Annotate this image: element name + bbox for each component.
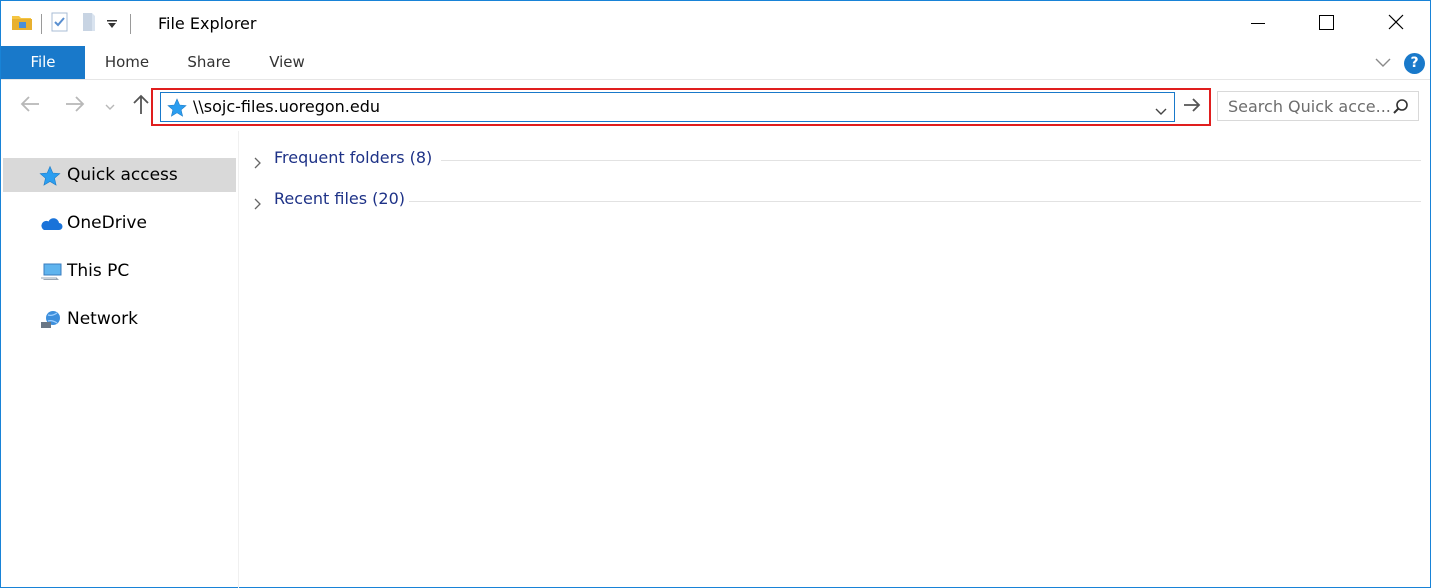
sidebar-item-label: Quick access [67,165,178,185]
file-explorer-window: File Explorer File Home Share View ? \\s… [0,0,1431,588]
minimize-icon [1251,15,1265,34]
sidebar-item-network[interactable]: Network [3,302,236,336]
go-arrow-icon [1183,97,1201,117]
search-box[interactable]: Search Quick acce... [1217,91,1419,121]
close-button[interactable] [1361,1,1431,47]
search-icon[interactable] [1392,98,1410,120]
go-arrow-button[interactable] [1177,92,1207,122]
maximize-button[interactable] [1291,1,1361,47]
tab-file[interactable]: File [1,46,85,79]
sidebar-item-label: OneDrive [67,213,147,233]
sidebar-item-label: Network [67,309,138,329]
expand-chevron-icon[interactable] [253,154,263,173]
search-placeholder[interactable]: Search Quick acce... [1228,97,1391,116]
sidebar-item-onedrive[interactable]: OneDrive [3,206,236,240]
toolbar-separator [41,14,42,34]
new-folder-icon[interactable] [80,11,98,37]
group-recent-files[interactable]: Recent files (20) [253,189,1421,213]
folder-icon[interactable] [11,12,33,36]
address-dropdown-chevron-icon[interactable] [1154,102,1168,121]
window-title: File Explorer [158,14,257,33]
quick-access-star-icon [167,98,187,122]
navigation-bar: \\sojc-files.uoregon.edu Search Quick ac… [1,81,1430,131]
help-icon[interactable]: ? [1404,53,1425,74]
maximize-icon [1318,14,1334,34]
properties-checkbox-icon[interactable] [50,11,70,37]
group-divider [409,201,1421,202]
forward-arrow-icon[interactable] [64,93,86,119]
network-icon [39,309,61,331]
recent-locations-chevron-icon[interactable] [104,98,116,117]
content-area: Frequent folders (8) Recent files (20) [239,131,1431,588]
navigation-pane: Quick access OneDrive This PC Network [1,131,239,588]
quick-access-star-icon [39,165,61,187]
ribbon-tabs: File Home Share View ? [1,46,1430,80]
expand-ribbon-chevron-icon[interactable] [1373,52,1393,76]
sidebar-item-quick-access[interactable]: Quick access [3,158,236,192]
group-header-label[interactable]: Recent files (20) [274,189,405,208]
back-arrow-icon[interactable] [19,93,41,119]
address-path[interactable]: \\sojc-files.uoregon.edu [193,97,380,116]
sidebar-item-label: This PC [67,261,130,281]
minimize-button[interactable] [1223,1,1293,47]
customize-dropdown-icon[interactable] [106,15,118,34]
group-frequent-folders[interactable]: Frequent folders (8) [253,148,1421,172]
group-header-label[interactable]: Frequent folders (8) [274,148,432,167]
title-bar: File Explorer [1,1,1430,47]
expand-chevron-icon[interactable] [253,195,263,214]
up-arrow-icon[interactable] [131,93,151,119]
tab-home[interactable]: Home [97,46,157,79]
quick-access-toolbar [11,11,139,37]
toolbar-separator [130,14,131,34]
tab-share[interactable]: Share [179,46,239,79]
group-divider [441,160,1421,161]
close-icon [1388,14,1404,34]
sidebar-item-this-pc[interactable]: This PC [3,254,236,288]
this-pc-icon [39,261,62,283]
onedrive-cloud-icon [39,213,63,235]
address-bar[interactable]: \\sojc-files.uoregon.edu [160,92,1175,122]
tab-view[interactable]: View [257,46,317,79]
